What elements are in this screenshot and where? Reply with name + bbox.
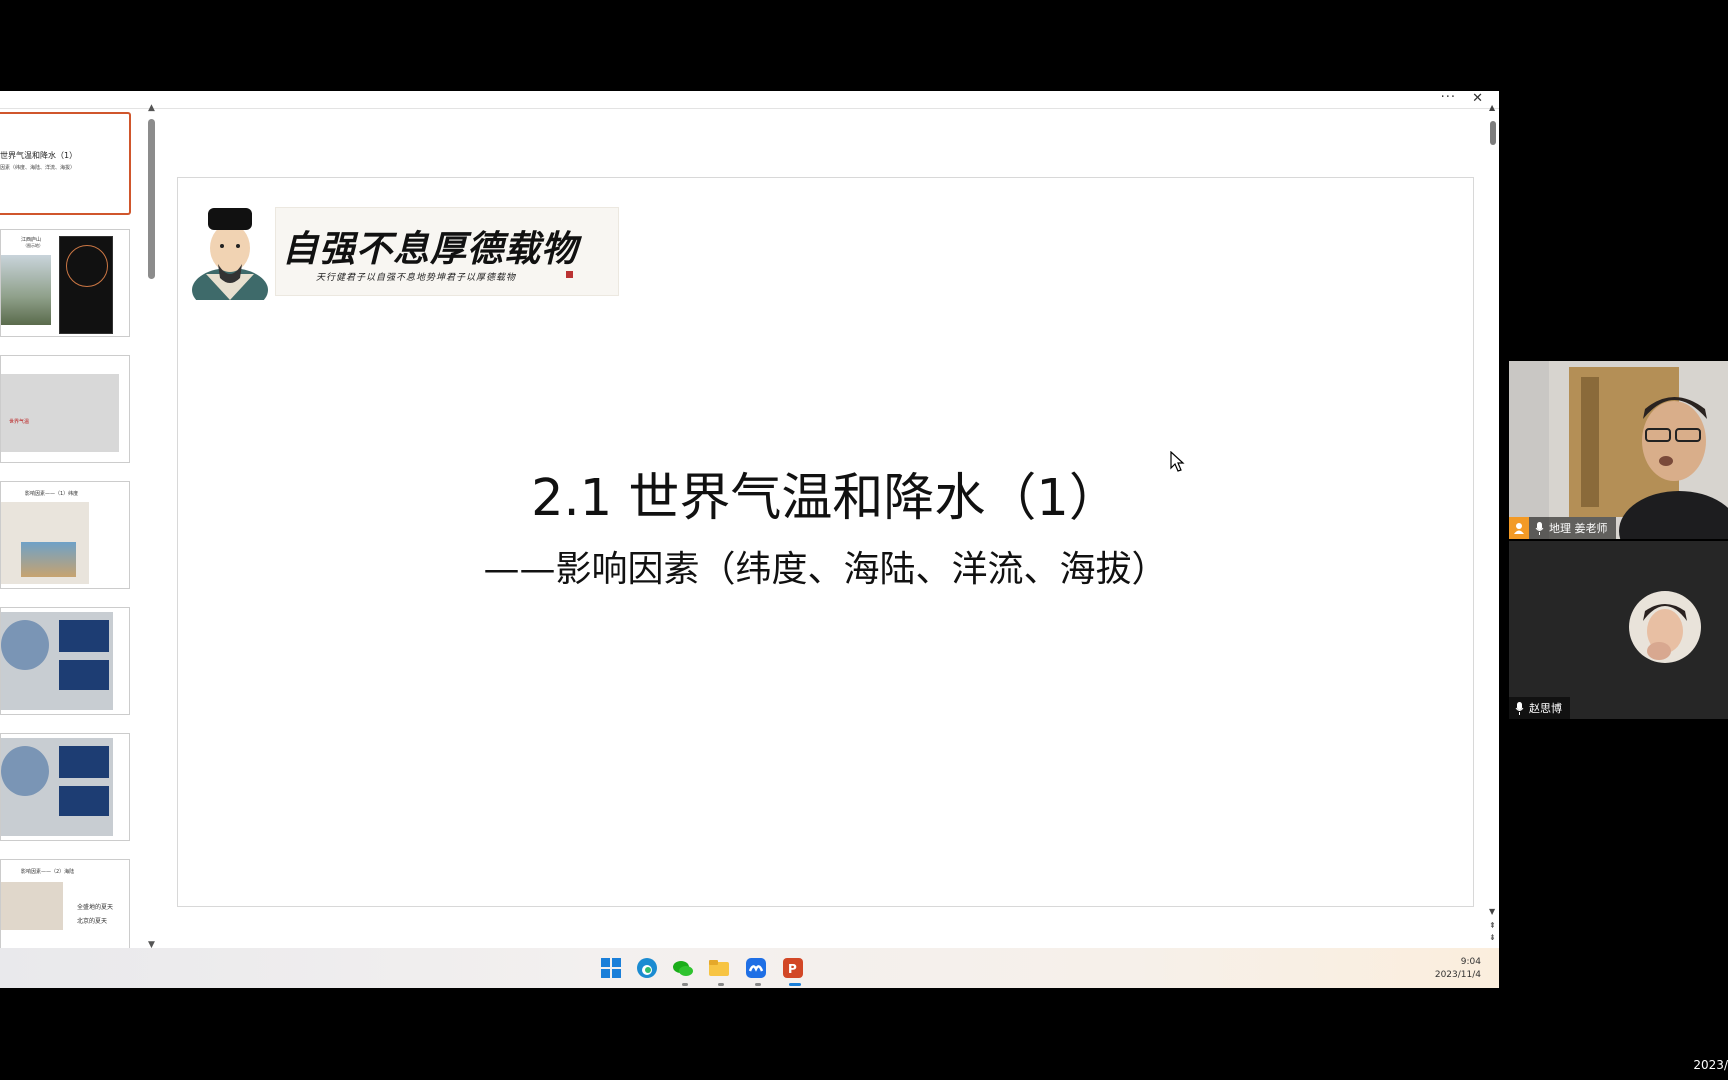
participant-namebar: 地理 姜老师 (1509, 517, 1616, 539)
video-tile-participant[interactable]: 赵思博 (1509, 541, 1728, 719)
scrollbar-thumb[interactable] (148, 119, 155, 279)
thumbnail-note: 北京的夏天 (77, 918, 108, 925)
video-tile-host[interactable]: 地理 姜老师 (1509, 361, 1728, 539)
windows-start-icon[interactable] (600, 957, 622, 979)
thumbnail-photo: 世界气温 (1, 374, 119, 452)
window-topbar: ··· ✕ (0, 91, 1499, 109)
current-slide[interactable]: 自强不息厚德载物 天行健君子以自强不息地势坤君子以厚德载物 2.1 世界气温和降… (177, 177, 1474, 907)
thumbnail-title: 影响因素——（1）纬度 (25, 491, 79, 497)
thumbnail-subtitle: （图示地） (23, 243, 43, 248)
calligraphy-banner: 自强不息厚德载物 天行健君子以自强不息地势坤君子以厚德载物 (275, 207, 619, 296)
slide-thumbnail-3[interactable]: 世界气温 (0, 355, 130, 463)
slide-thumbnail-5[interactable] (0, 607, 130, 715)
clock-date: 2023/11/4 (1434, 970, 1481, 980)
thumbnail-title: 世界气温和降水（1） (0, 151, 78, 160)
active-app-indicator (789, 983, 801, 986)
thumbnail-title: 世界气温 (9, 419, 30, 425)
wechat-icon[interactable] (672, 957, 694, 979)
participant-namebar: 赵思博 (1509, 697, 1570, 719)
thumbnail-subtitle: 因素（纬度、海陆、洋流、海拔） (0, 165, 76, 171)
thumbnail-photo (1, 502, 89, 584)
edge-browser-icon[interactable] (636, 957, 658, 979)
slide-thumbnail-pane: 世界气温和降水（1） 因素（纬度、海陆、洋流、海拔） 江西庐山 （图示地） 世界… (0, 109, 150, 948)
previous-slide-icon[interactable]: ⇞ (1489, 921, 1496, 930)
thumbnail-photo (1, 738, 113, 836)
slide-thumbnail-1[interactable]: 世界气温和降水（1） 因素（纬度、海陆、洋流、海拔） (0, 112, 131, 215)
thumbnail-photo (1, 612, 113, 710)
participant-name: 赵思博 (1529, 702, 1562, 715)
slide-editor: 自强不息厚德载物 天行健君子以自强不息地势坤君子以厚德载物 2.1 世界气温和降… (160, 109, 1485, 948)
windows-taskbar: P 9:04 2023/11/4 (0, 948, 1499, 988)
thumbnail-title: 影响因素——（2）海陆 (21, 869, 75, 875)
thumbnail-phone-screenshot (59, 236, 113, 334)
running-indicator (682, 983, 688, 986)
next-slide-icon[interactable]: ⇟ (1489, 933, 1496, 942)
thumbnail-photo (1, 882, 63, 930)
participant-video-feed (1509, 361, 1728, 539)
slide-thumbnail-6[interactable] (0, 733, 130, 841)
taskbar-clock[interactable]: 9:04 2023/11/4 (1435, 956, 1481, 982)
thumbnail-photo (1, 255, 51, 325)
file-explorer-icon[interactable] (708, 957, 730, 979)
calligraphy-text: 自强不息厚德载物 (282, 228, 579, 270)
slide-subtitle: ——影响因素（纬度、海陆、洋流、海拔） (483, 549, 1168, 590)
close-icon[interactable]: ✕ (1472, 91, 1483, 106)
thumbnail-scrollbar[interactable]: ▲ ▼ (148, 103, 156, 950)
calligraphy-inscription: 天行健君子以自强不息地势坤君子以厚德载物 (316, 273, 517, 283)
tencent-meeting-icon[interactable] (745, 957, 767, 979)
microphone-icon (1515, 701, 1524, 715)
clock-time: 9:04 (1460, 957, 1481, 967)
participant-name: 地理 姜老师 (1549, 522, 1608, 535)
slide-thumbnail-2[interactable]: 江西庐山 （图示地） (0, 229, 130, 337)
scroll-up-icon[interactable]: ▲ (1489, 103, 1495, 112)
slide-title: 2.1 世界气温和降水（1） (531, 469, 1120, 528)
outer-clock-date: 2023/ (1693, 1058, 1728, 1072)
scrollbar-thumb[interactable] (1490, 121, 1496, 145)
scroll-down-icon[interactable]: ▼ (1489, 907, 1495, 916)
svg-text:P: P (788, 962, 797, 976)
running-indicator (755, 983, 761, 986)
editor-scrollbar[interactable]: ▲ ▼ ⇞ ⇟ (1489, 103, 1499, 946)
host-badge-icon (1509, 517, 1529, 539)
thumbnail-note: 全盛地的夏天 (77, 904, 114, 911)
thumbnail-title: 江西庐山 (21, 237, 42, 243)
slide-thumbnail-4[interactable]: 影响因素——（1）纬度 (0, 481, 130, 589)
running-indicator (718, 983, 724, 986)
shared-screen: ··· ✕ 世界气温和降水（1） 因素（纬度、海陆、洋流、海拔） 江西庐山 （图… (0, 91, 1499, 988)
mouse-cursor-icon (1170, 451, 1185, 472)
scroll-up-icon[interactable]: ▲ (148, 103, 155, 113)
avatar (1629, 591, 1701, 663)
more-options-icon[interactable]: ··· (1441, 91, 1456, 105)
seal-stamp (566, 271, 573, 278)
microphone-icon (1535, 521, 1544, 535)
slide-thumbnail-7[interactable]: 影响因素——（2）海陆 全盛地的夏天 北京的夏天 (0, 859, 130, 948)
scholar-portrait-icon (192, 208, 268, 300)
powerpoint-icon[interactable]: P (782, 957, 804, 979)
